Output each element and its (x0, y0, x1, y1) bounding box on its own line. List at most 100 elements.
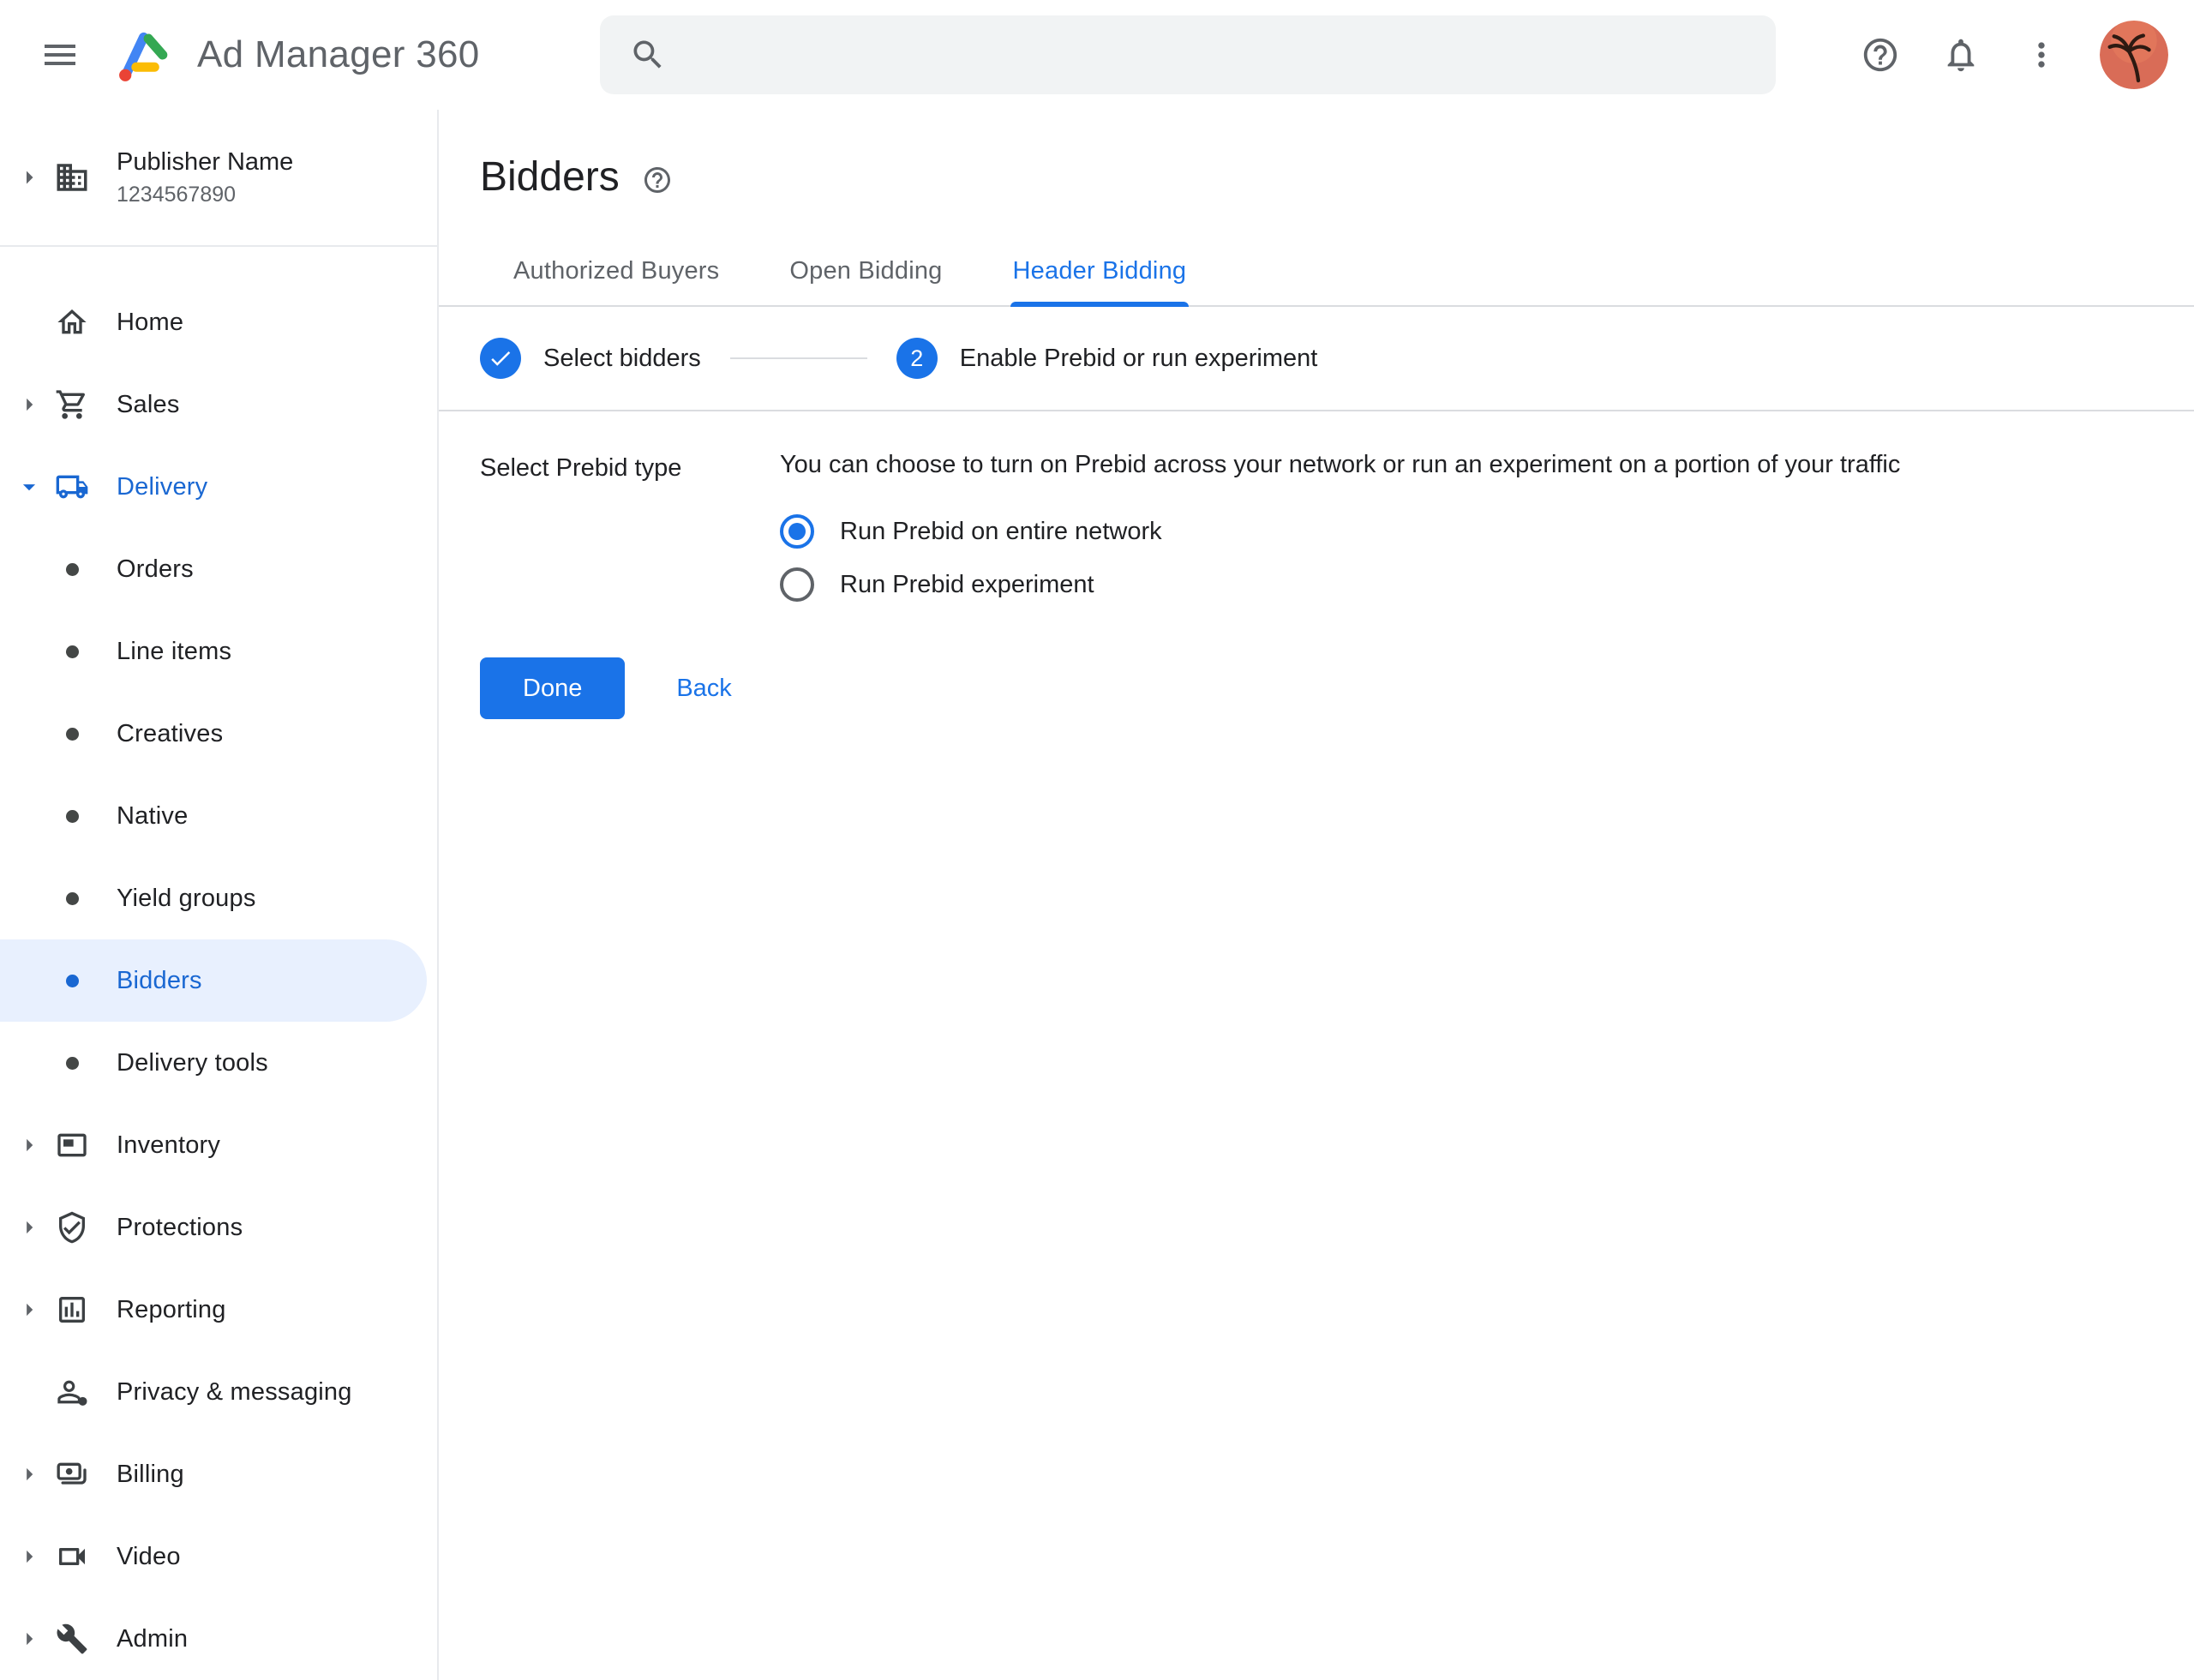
radio-unselected-icon[interactable] (780, 567, 814, 602)
bar-chart-icon (51, 1289, 93, 1330)
shield-check-icon (51, 1207, 93, 1248)
sidebar-item-label: Line items (117, 638, 231, 666)
bell-icon (1941, 35, 1981, 75)
bullet-icon (51, 631, 93, 672)
sidebar-item-delivery[interactable]: Delivery (0, 446, 437, 528)
hamburger-menu-button[interactable] (29, 24, 91, 86)
sidebar-item-label: Protections (117, 1214, 243, 1242)
sidebar-item-label: Inventory (117, 1131, 220, 1160)
section-description: You can choose to turn on Prebid across … (780, 451, 1900, 479)
collapse-arrow-icon[interactable] (14, 162, 45, 193)
sidebar-item-label: Video (117, 1543, 181, 1571)
sidebar-item-protections[interactable]: Protections (0, 1186, 437, 1269)
bullet-icon (51, 713, 93, 754)
sidebar-item-video[interactable]: Video (0, 1515, 437, 1598)
publisher-selector[interactable]: Publisher Name 1234567890 (0, 110, 437, 247)
palm-tree-avatar-image (2100, 21, 2168, 89)
radio-selected-icon[interactable] (780, 514, 814, 549)
sidebar-item-yield-groups[interactable]: Yield groups (0, 857, 437, 939)
step-label: Select bidders (543, 345, 701, 373)
sidebar-item-native[interactable]: Native (0, 775, 437, 857)
app-title: Ad Manager 360 (197, 33, 480, 76)
expand-arrow-icon[interactable] (14, 1542, 45, 1571)
step-label: Enable Prebid or run experiment (960, 345, 1318, 373)
step-completed-circle (480, 338, 521, 379)
sidebar-item-delivery-tools[interactable]: Delivery tools (0, 1022, 437, 1104)
video-camera-icon (51, 1536, 93, 1577)
search-input[interactable] (689, 40, 1747, 69)
sidebar-item-line-items[interactable]: Line items (0, 610, 437, 693)
step-enable-prebid[interactable]: 2 Enable Prebid or run experiment (896, 338, 1318, 379)
sidebar-item-orders[interactable]: Orders (0, 528, 437, 610)
expand-arrow-icon[interactable] (14, 1131, 45, 1160)
sidebar-item-admin[interactable]: Admin (0, 1598, 437, 1680)
radio-option-experiment[interactable]: Run Prebid experiment (780, 558, 1900, 611)
sidebar-item-home[interactable]: Home (0, 281, 437, 363)
tab-open-bidding[interactable]: Open Bidding (754, 237, 977, 305)
tab-authorized-buyers[interactable]: Authorized Buyers (478, 237, 754, 305)
help-circle-icon (1861, 35, 1900, 75)
back-button[interactable]: Back (649, 657, 758, 719)
expand-arrow-icon[interactable] (14, 1460, 45, 1489)
sidebar-item-label: Reporting (117, 1296, 226, 1324)
publisher-info: Publisher Name 1234567890 (117, 148, 293, 207)
sidebar-menu: Home Sales Delivery Orders Line items Cr… (0, 247, 437, 1680)
sidebar-item-privacy-messaging[interactable]: Privacy & messaging (0, 1351, 437, 1433)
top-app-bar: Ad Manager 360 (0, 0, 2194, 110)
expand-arrow-icon[interactable] (14, 1624, 45, 1653)
done-button[interactable]: Done (480, 657, 625, 719)
tab-header-bidding[interactable]: Header Bidding (978, 237, 1222, 305)
notifications-button[interactable] (1933, 27, 1988, 82)
bullet-icon (51, 549, 93, 590)
person-badge-icon (51, 1371, 93, 1413)
step-connector (730, 357, 867, 359)
expand-arrow-icon[interactable] (14, 1295, 45, 1324)
collapse-arrow-down-icon[interactable] (14, 472, 45, 501)
sidebar-item-label: Billing (117, 1461, 184, 1489)
sidebar-item-label: Orders (117, 555, 194, 584)
sidebar-item-label: Creatives (117, 720, 223, 748)
sidebar-item-inventory[interactable]: Inventory (0, 1104, 437, 1186)
sidebar-item-label: Delivery tools (117, 1049, 268, 1077)
overflow-menu-button[interactable] (2014, 27, 2069, 82)
sidebar-item-label: Delivery (117, 473, 207, 501)
sidebar-item-reporting[interactable]: Reporting (0, 1269, 437, 1351)
prebid-type-section: Select Prebid type You can choose to tur… (439, 411, 2194, 611)
search-bar[interactable] (600, 15, 1776, 94)
expand-arrow-icon[interactable] (14, 1213, 45, 1242)
sidebar-item-billing[interactable]: Billing (0, 1433, 437, 1515)
checkmark-icon (488, 345, 513, 371)
sidebar-item-label: Bidders (117, 967, 202, 995)
bullet-icon (51, 878, 93, 919)
ad-manager-logo-icon (110, 22, 175, 87)
sidebar-item-sales[interactable]: Sales (0, 363, 437, 446)
sidebar-item-label: Privacy & messaging (117, 1378, 352, 1407)
radio-label: Run Prebid experiment (840, 571, 1094, 599)
three-dot-menu-icon (2023, 36, 2060, 74)
sidebar-item-label: Yield groups (117, 885, 256, 913)
sidebar-item-label: Native (117, 802, 188, 831)
sidebar-item-label: Sales (117, 391, 180, 419)
radio-option-entire-network[interactable]: Run Prebid on entire network (780, 505, 1900, 558)
bullet-icon (51, 960, 93, 1001)
main-content: Bidders Authorized Buyers Open Bidding H… (439, 110, 2194, 1680)
help-button[interactable] (1853, 27, 1908, 82)
step-number-circle: 2 (896, 338, 938, 379)
sidebar-item-bidders[interactable]: Bidders (0, 939, 427, 1022)
tab-bar: Authorized Buyers Open Bidding Header Bi… (439, 237, 2194, 307)
page-header: Bidders (439, 110, 2194, 209)
publisher-name: Publisher Name (117, 148, 293, 177)
page-help-button[interactable] (642, 165, 673, 195)
truck-icon (51, 466, 93, 507)
sidebar-item-label: Home (117, 309, 183, 337)
bullet-icon (51, 795, 93, 837)
section-label: Select Prebid type (480, 451, 780, 611)
sidebar-item-creatives[interactable]: Creatives (0, 693, 437, 775)
form-actions: Done Back (439, 657, 2194, 719)
shopping-cart-icon (51, 384, 93, 425)
step-select-bidders[interactable]: Select bidders (480, 338, 701, 379)
page-title: Bidders (480, 153, 620, 201)
home-icon (51, 302, 93, 343)
avatar[interactable] (2100, 21, 2168, 89)
expand-arrow-icon[interactable] (14, 390, 45, 419)
